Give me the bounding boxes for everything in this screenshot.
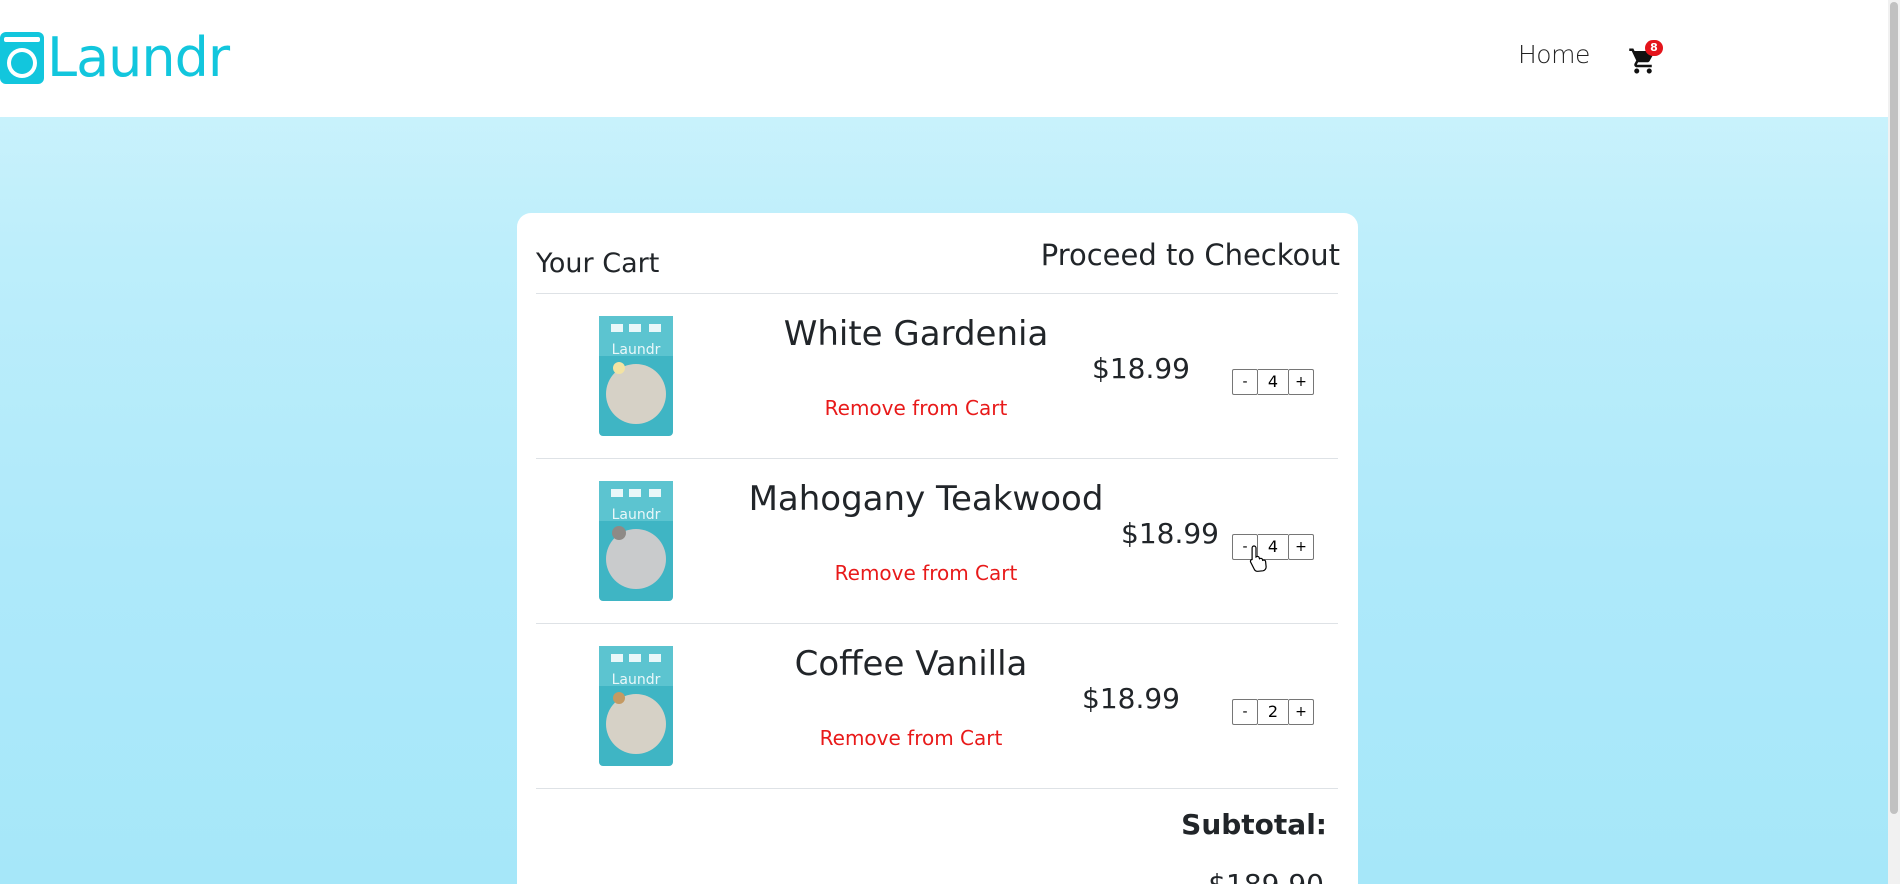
- scrollbar-thumb[interactable]: [1890, 2, 1898, 814]
- product-price: $18.99: [1121, 517, 1219, 550]
- product-name: White Gardenia: [783, 314, 1049, 354]
- cart-title: Your Cart: [536, 248, 660, 279]
- cart-item-row: Laundr Mahogany Teakwood Remove from Car…: [536, 459, 1338, 623]
- vertical-scrollbar[interactable]: [1888, 0, 1900, 884]
- increment-button[interactable]: +: [1288, 369, 1314, 395]
- divider: [536, 788, 1338, 789]
- increment-button[interactable]: +: [1288, 534, 1314, 560]
- nav-home-link[interactable]: Home: [1518, 40, 1590, 69]
- product-name: Mahogany Teakwood: [748, 479, 1104, 519]
- remove-from-cart-link[interactable]: Remove from Cart: [826, 561, 1026, 585]
- cart-item-row: Laundr Coffee Vanilla Remove from Cart $…: [536, 624, 1338, 788]
- site-header: Laundr Home 8: [0, 0, 1888, 117]
- remove-from-cart-link[interactable]: Remove from Cart: [816, 396, 1016, 420]
- hand-pointer-cursor-icon: [1249, 545, 1267, 572]
- brand-name: Laundr: [47, 26, 230, 89]
- product-image: Laundr: [599, 316, 673, 436]
- product-image: Laundr: [599, 481, 673, 601]
- product-price: $18.99: [1082, 682, 1180, 715]
- increment-button[interactable]: +: [1288, 699, 1314, 725]
- cart-panel: Your Cart Proceed to Checkout Laundr Whi…: [517, 213, 1358, 884]
- svg-text:Laundr: Laundr: [612, 672, 661, 688]
- proceed-to-checkout-link[interactable]: Proceed to Checkout: [1041, 238, 1340, 272]
- cart-link[interactable]: 8: [1628, 40, 1668, 76]
- washing-machine-icon: [0, 32, 44, 84]
- svg-text:Laundr: Laundr: [612, 342, 661, 358]
- product-image: Laundr: [599, 646, 673, 766]
- decrement-button[interactable]: -: [1232, 369, 1258, 395]
- cart-item-row: Laundr White Gardenia Remove from Cart $…: [536, 294, 1338, 458]
- product-name: Coffee Vanilla: [794, 644, 1028, 684]
- page: Laundr Home 8 Your Cart Proceed to Check…: [0, 0, 1900, 884]
- quantity-value[interactable]: 4: [1258, 369, 1288, 395]
- remove-from-cart-link[interactable]: Remove from Cart: [811, 726, 1011, 750]
- quantity-stepper: - 4 +: [1232, 533, 1314, 561]
- subtotal-value: $189.90: [1208, 868, 1324, 884]
- svg-text:Laundr: Laundr: [612, 507, 661, 523]
- product-price: $18.99: [1092, 352, 1190, 385]
- decrement-button[interactable]: -: [1232, 699, 1258, 725]
- quantity-stepper: - 2 +: [1232, 698, 1314, 726]
- quantity-value[interactable]: 2: [1258, 699, 1288, 725]
- brand-logo[interactable]: Laundr: [0, 26, 230, 89]
- cart-count-badge: 8: [1645, 40, 1663, 56]
- quantity-stepper: - 4 +: [1232, 368, 1314, 396]
- subtotal-label: Subtotal:: [1181, 808, 1327, 841]
